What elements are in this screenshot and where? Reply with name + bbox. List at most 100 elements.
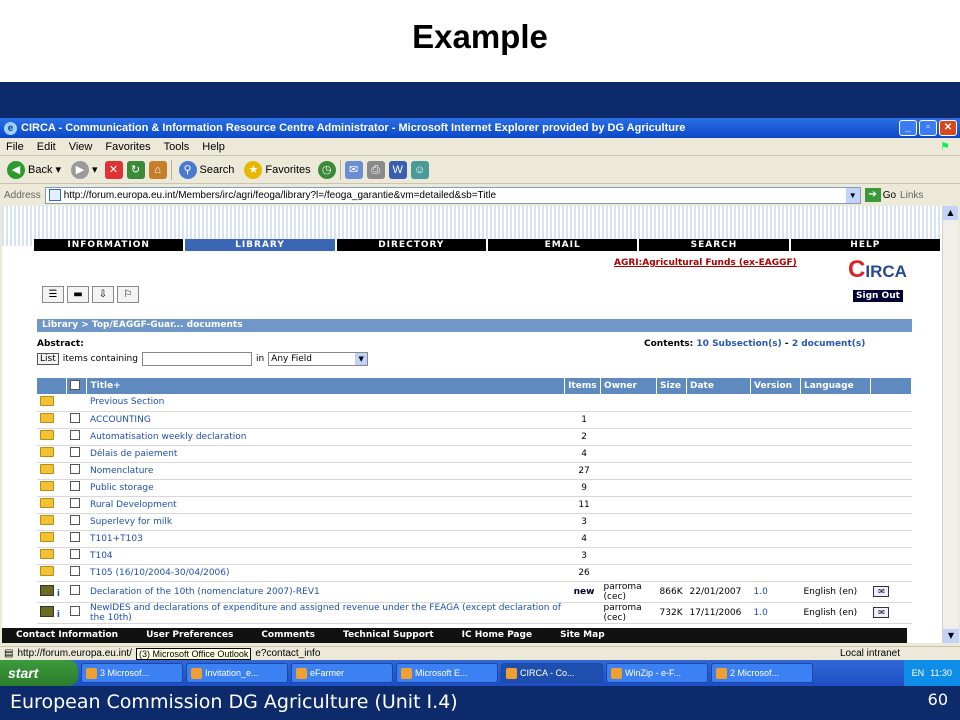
col-owner[interactable]: Owner (600, 378, 658, 394)
folder-title-link[interactable]: Automatisation weekly declaration (86, 428, 565, 446)
nav-help[interactable]: HELP (791, 239, 942, 251)
vertical-scrollbar[interactable]: ▲ ▼ (942, 206, 959, 643)
user-preferences-link[interactable]: User Preferences (132, 628, 247, 643)
language-indicator[interactable]: EN (912, 668, 925, 678)
favorites-button[interactable]: ★ Favorites (241, 160, 313, 179)
documents-link[interactable]: 2 document(s) (792, 339, 866, 349)
forward-button[interactable]: ▶ ▾ (68, 160, 101, 179)
back-button[interactable]: ◀ Back ▾ (4, 160, 64, 179)
menu-favorites[interactable]: Favorites (105, 141, 150, 153)
folder-title-link[interactable]: Nomenclature (86, 462, 565, 480)
subsections-link[interactable]: 10 Subsection(s) (696, 339, 781, 349)
document-title-link[interactable]: Declaration of the 10th (nomenclature 20… (86, 581, 565, 603)
col-version[interactable]: Version (750, 378, 801, 394)
folder-title-link[interactable]: ACCOUNTING (86, 411, 565, 429)
taskbar-task[interactable]: Microsoft E... (396, 663, 498, 683)
row-checkbox[interactable] (69, 498, 80, 508)
search-button[interactable]: ⚲ Search (176, 160, 238, 179)
mail-icon[interactable]: ✉ (344, 160, 363, 179)
folder-row[interactable]: Nomenclature 27 (37, 462, 912, 480)
row-checkbox[interactable] (69, 430, 80, 440)
info-icon[interactable]: i (57, 610, 60, 620)
taskbar-task[interactable]: 3 Microsof... (81, 663, 183, 683)
links-button[interactable]: Links (900, 190, 923, 201)
detail-view-icon[interactable]: ▬ (67, 286, 89, 303)
nav-information[interactable]: INFORMATION (34, 239, 186, 251)
address-dropdown-icon[interactable]: ▼ (845, 187, 860, 203)
row-checkbox[interactable] (69, 413, 80, 423)
ic-home-page-link[interactable]: IC Home Page (448, 628, 546, 643)
folder-row[interactable]: Public storage 9 (37, 479, 912, 497)
row-checkbox[interactable] (69, 585, 80, 595)
previous-section-row[interactable]: Previous Section (37, 394, 912, 412)
row-checkbox[interactable] (69, 606, 80, 616)
refresh-icon[interactable]: ↻ (126, 160, 145, 179)
select-all-checkbox[interactable] (70, 379, 81, 390)
col-language[interactable]: Language (800, 378, 871, 394)
document-version[interactable]: 1.0 (750, 602, 801, 624)
menu-help[interactable]: Help (202, 141, 225, 153)
comments-link[interactable]: Comments (247, 628, 329, 643)
folder-row[interactable]: Délais de paiement 4 (37, 445, 912, 463)
row-checkbox[interactable] (69, 549, 80, 559)
col-title[interactable]: Title+ (86, 378, 566, 394)
folder-row[interactable]: Rural Development 11 (37, 496, 912, 514)
menu-edit[interactable]: Edit (37, 141, 56, 153)
filter-text-input[interactable] (141, 352, 252, 366)
col-date[interactable]: Date (686, 378, 751, 394)
menu-view[interactable]: View (69, 141, 93, 153)
taskbar-task[interactable]: 2 Microsof... (711, 663, 813, 683)
home-icon[interactable]: ⌂ (148, 160, 167, 179)
breadcrumb[interactable]: Library > Top/EAGGF-Guar... documents (37, 319, 912, 332)
site-map-link[interactable]: Site Map (546, 628, 619, 643)
document-title-link[interactable]: NewIDES and declarations of expenditure … (86, 602, 565, 624)
maximize-button[interactable]: ▫ (919, 120, 937, 136)
folder-title-link[interactable]: T105 (16/10/2004-30/04/2006) (86, 564, 565, 582)
folder-title-link[interactable]: Délais de paiement (86, 445, 565, 463)
field-select[interactable]: Any Field ▼ (268, 352, 369, 366)
row-checkbox[interactable] (69, 464, 80, 474)
upload-icon[interactable]: ⇩ (92, 286, 114, 303)
email-notify-icon[interactable]: ✉ (873, 607, 890, 618)
sign-out-button[interactable]: Sign Out (853, 290, 903, 302)
folder-row[interactable]: T104 3 (37, 547, 912, 565)
document-row[interactable]: i Declaration of the 10th (nomenclature … (37, 581, 912, 603)
taskbar-task[interactable]: eFarmer (291, 663, 393, 683)
print-icon[interactable]: ⎙ (366, 160, 385, 179)
email-notify-icon[interactable]: ✉ (873, 586, 890, 597)
minimize-button[interactable]: _ (899, 120, 917, 136)
folder-title-link[interactable]: T101+T103 (86, 530, 565, 548)
nav-directory[interactable]: DIRECTORY (337, 239, 488, 251)
taskbar-task[interactable]: Invitation_e... (186, 663, 288, 683)
row-checkbox[interactable] (69, 447, 80, 457)
stop-icon[interactable]: ✕ (104, 160, 123, 179)
technical-support-link[interactable]: Technical Support (329, 628, 448, 643)
menu-file[interactable]: File (6, 141, 24, 153)
folder-title-link[interactable]: Public storage (86, 479, 565, 497)
close-button[interactable]: ✕ (939, 120, 957, 136)
history-icon[interactable]: ◷ (317, 160, 336, 179)
previous-section-link[interactable]: Previous Section (86, 394, 565, 412)
interest-group-link[interactable]: AGRI:Agricultural Funds (ex-EAGGF) (614, 258, 797, 268)
contact-information-link[interactable]: Contact Information (2, 628, 132, 643)
start-button[interactable]: start (0, 660, 78, 686)
folder-row[interactable]: T105 (16/10/2004-30/04/2006) 26 (37, 564, 912, 582)
row-checkbox[interactable] (69, 532, 80, 542)
folder-title-link[interactable]: T104 (86, 547, 565, 565)
taskbar-task[interactable]: WinZip - e-F... (606, 663, 708, 683)
row-checkbox[interactable] (69, 566, 80, 576)
bookmark-flag-icon[interactable]: ⚐ (117, 286, 139, 303)
scroll-up-icon[interactable]: ▲ (943, 206, 958, 220)
folder-row[interactable]: ACCOUNTING 1 (37, 411, 912, 429)
col-items[interactable]: Items (564, 378, 602, 394)
document-version[interactable]: 1.0 (750, 581, 801, 603)
folder-title-link[interactable]: Superlevy for milk (86, 513, 565, 531)
document-row[interactable]: i NewIDES and declarations of expenditur… (37, 602, 912, 624)
address-input[interactable]: http://forum.europa.eu.int/Members/irc/a… (44, 186, 861, 204)
menu-tools[interactable]: Tools (164, 141, 190, 153)
folder-row[interactable]: Superlevy for milk 3 (37, 513, 912, 531)
nav-library[interactable]: LIBRARY (185, 239, 337, 251)
folder-title-link[interactable]: Rural Development (86, 496, 565, 514)
taskbar-task[interactable]: CIRCA - Co... (501, 663, 603, 683)
col-size[interactable]: Size (656, 378, 688, 394)
